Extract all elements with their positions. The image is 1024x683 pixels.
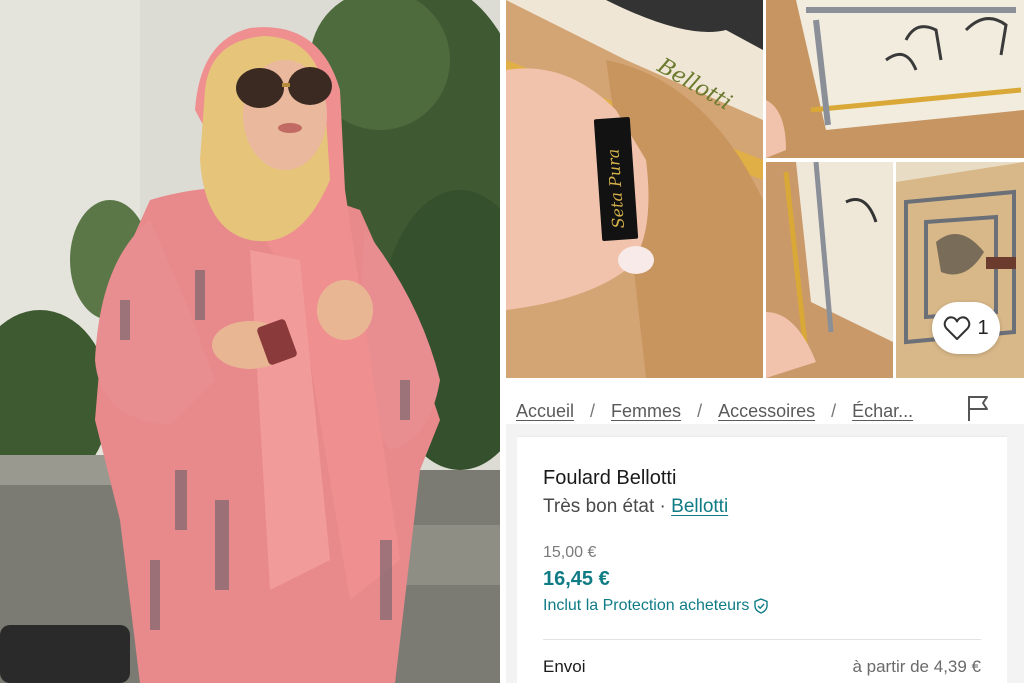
scarf-label-photo: Seta Pura Bellotti	[506, 0, 763, 378]
scarf-birds-photo	[766, 0, 1024, 158]
gallery-photo-birds[interactable]	[766, 0, 1024, 158]
woman-photo-illustration	[0, 0, 500, 683]
breadcrumb-separator: /	[590, 400, 596, 421]
product-subtitle: Très bon état · Bellotti	[543, 496, 728, 518]
price-total: 16,45 €	[543, 568, 610, 590]
heart-icon	[944, 316, 971, 340]
breadcrumb-item-accueil[interactable]: Accueil	[516, 401, 574, 422]
card-divider	[543, 639, 981, 640]
buyer-protection-text: Inclut la Protection acheteurs	[543, 597, 750, 614]
scarf-corner-photo	[766, 162, 893, 378]
report-flag-icon[interactable]	[966, 394, 990, 422]
breadcrumb-item-echarpes[interactable]: Échar...	[852, 401, 913, 422]
breadcrumb-separator: /	[697, 400, 703, 421]
left-photo-woman-pink-dress	[0, 0, 500, 683]
price-original: 15,00 €	[543, 544, 597, 561]
shipping-value: à partir de 4,39 €	[852, 657, 981, 676]
product-condition: Très bon état ·	[543, 496, 672, 517]
product-title: Foulard Bellotti	[543, 467, 677, 489]
breadcrumb: Accueil / Femmes / Accessoires / Échar..…	[516, 398, 946, 424]
breadcrumb-item-femmes[interactable]: Femmes	[611, 401, 681, 422]
favourite-count: 1	[977, 316, 989, 339]
gallery-photo-main-label[interactable]: Seta Pura Bellotti	[506, 0, 763, 378]
breadcrumb-item-accessoires[interactable]: Accessoires	[718, 401, 815, 422]
brand-link[interactable]: Bellotti	[671, 496, 728, 517]
breadcrumb-separator: /	[831, 400, 837, 421]
gallery-photo-corner[interactable]	[766, 162, 893, 378]
shield-check-icon	[754, 598, 769, 614]
shipping-label: Envoi	[543, 657, 586, 676]
product-info-card: Foulard Bellotti Très bon état · Bellott…	[517, 436, 1007, 683]
favourite-button[interactable]: 1	[932, 302, 1000, 354]
buyer-protection-link[interactable]: Inclut la Protection acheteurs	[543, 597, 769, 615]
